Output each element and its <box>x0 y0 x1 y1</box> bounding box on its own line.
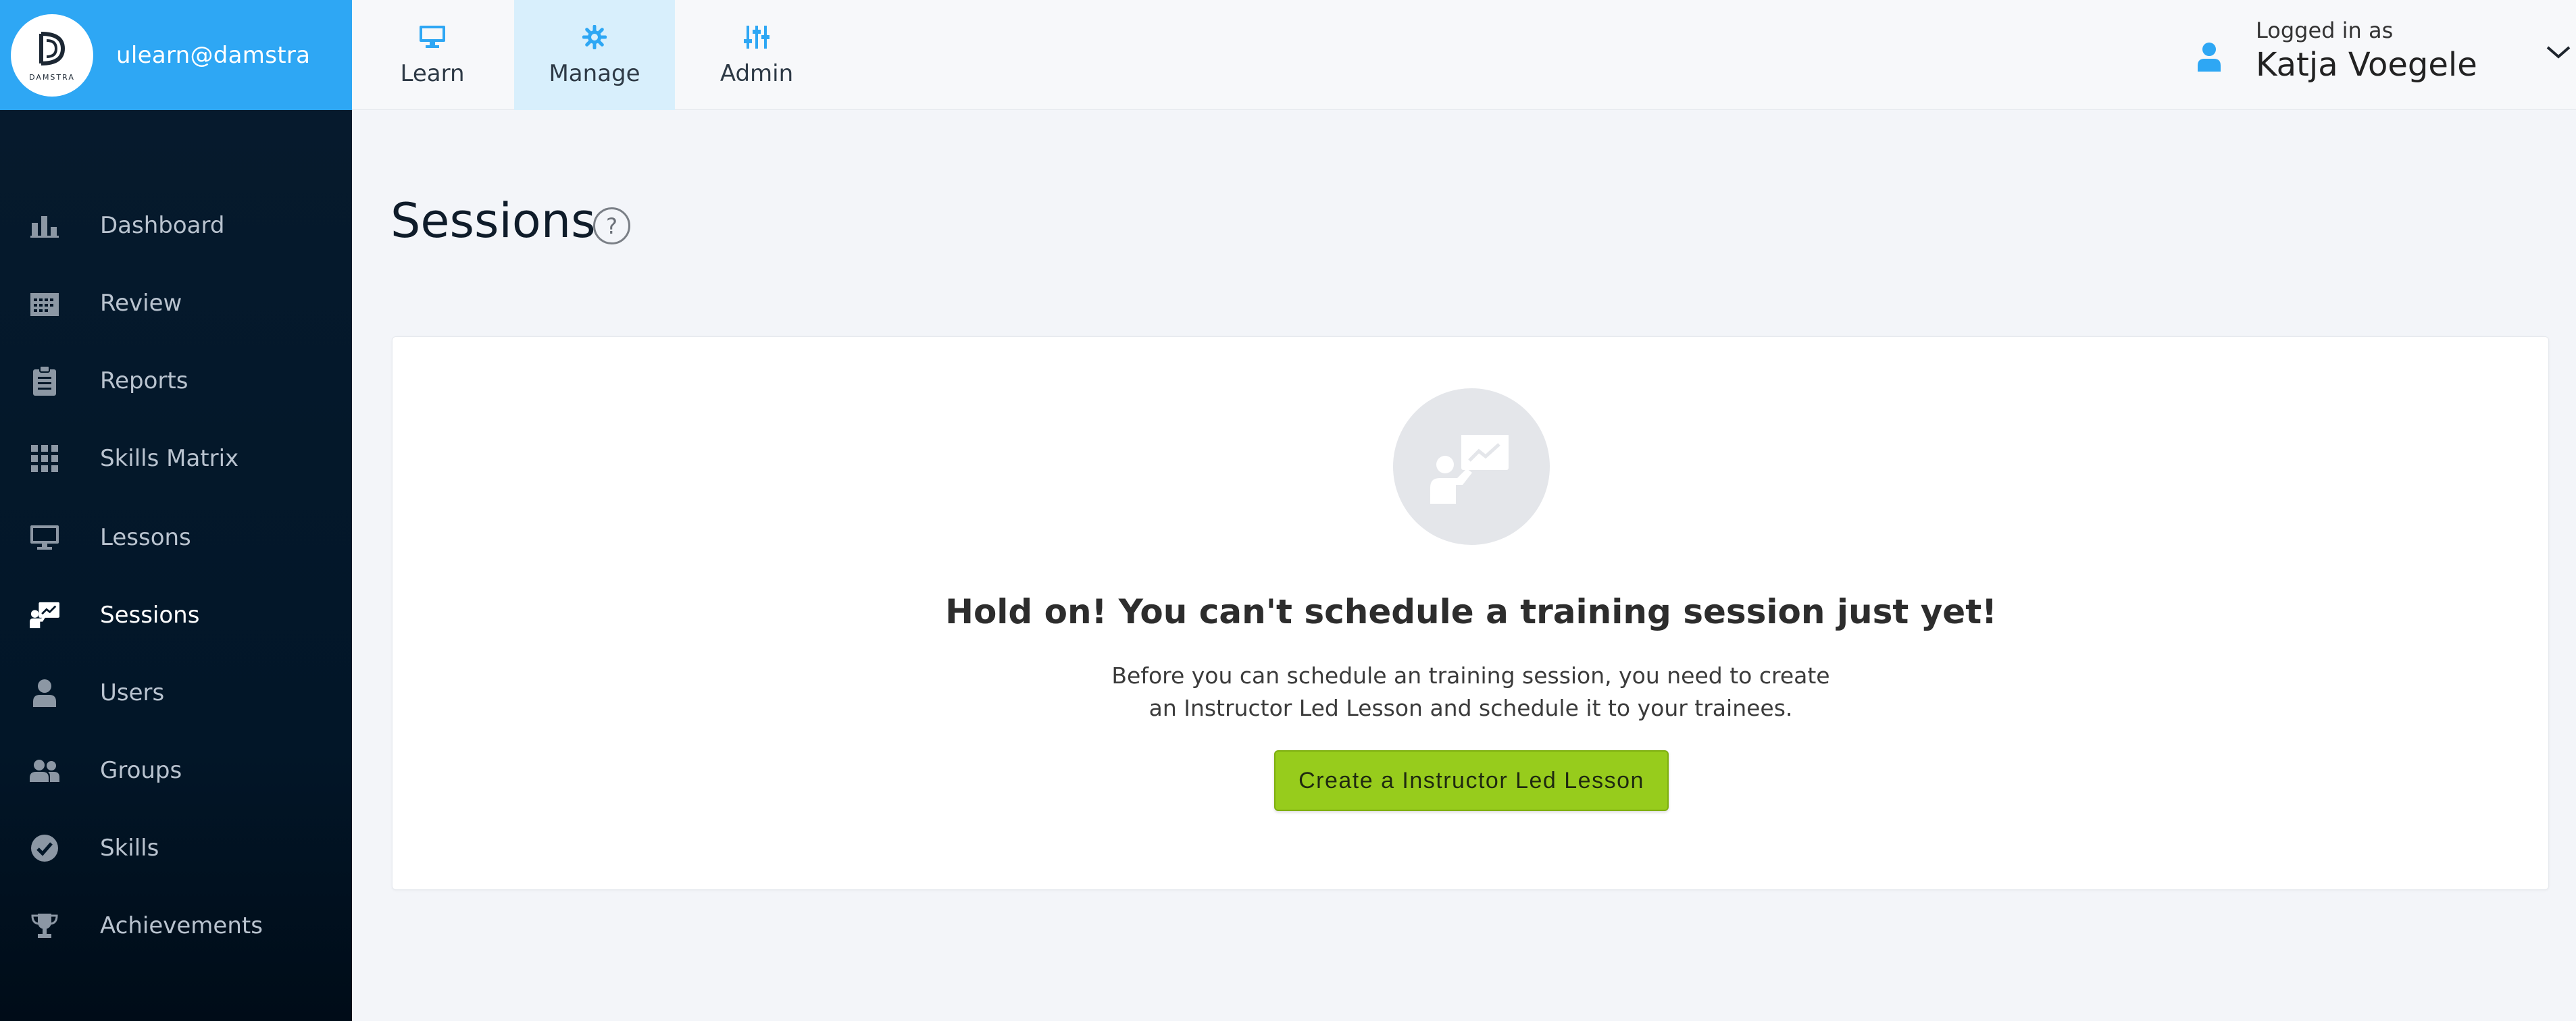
empty-state-heading: Hold on! You can't schedule a training s… <box>945 592 1997 631</box>
user-menu[interactable]: Logged in as Katja Voegele <box>2198 0 2576 110</box>
sidebar-item-skills[interactable]: Skills <box>0 817 352 879</box>
user-name: Katja Voegele <box>2256 46 2477 84</box>
sidebar-item-label: Dashboard <box>100 212 225 239</box>
sidebar: Dashboard Review Reports Skills Matrix L… <box>0 110 352 1021</box>
chevron-down-icon[interactable] <box>2545 42 2572 62</box>
sidebar-item-label: Users <box>100 679 165 706</box>
user-icon <box>2198 42 2221 72</box>
empty-state-description: Before you can schedule an training sess… <box>1111 662 1830 721</box>
brand-header[interactable]: DAMSTRA ulearn@damstra <box>0 0 352 110</box>
user-icon <box>30 678 59 708</box>
tab-learn[interactable]: Learn <box>352 0 513 110</box>
clipboard-icon <box>30 366 59 396</box>
app-root: DAMSTRA ulearn@damstra Dashboard Review … <box>0 0 2576 1021</box>
bar-chart-icon <box>30 211 59 240</box>
empty-state-card: Hold on! You can't schedule a training s… <box>392 336 2549 890</box>
sidebar-item-label: Achievements <box>100 912 263 939</box>
account-name: ulearn@damstra <box>116 41 311 69</box>
logged-in-label: Logged in as <box>2256 18 2394 43</box>
sidebar-item-review[interactable]: Review <box>0 272 352 334</box>
sidebar-item-groups[interactable]: Groups <box>0 739 352 802</box>
tab-label: Learn <box>400 59 465 87</box>
presentation-icon <box>1393 388 1550 545</box>
trophy-icon <box>30 911 59 941</box>
top-navigation: Learn Manage Admin Logged in as Katja Vo… <box>352 0 2576 110</box>
tab-label: Admin <box>719 59 794 87</box>
svg-text:DAMSTRA: DAMSTRA <box>29 73 75 82</box>
sliders-icon <box>743 24 770 51</box>
sidebar-item-lessons[interactable]: Lessons <box>0 506 352 569</box>
tab-manage[interactable]: Manage <box>514 0 675 110</box>
help-icon[interactable]: ? <box>593 207 630 244</box>
sidebar-item-label: Sessions <box>100 602 200 629</box>
create-instructor-led-lesson-button[interactable]: Create a Instructor Led Lesson <box>1274 750 1669 811</box>
tab-admin[interactable]: Admin <box>676 0 837 110</box>
grid-icon <box>30 444 59 473</box>
sidebar-item-sessions[interactable]: Sessions <box>0 584 352 646</box>
calendar-icon <box>30 288 59 318</box>
monitor-icon <box>419 24 446 51</box>
check-circle-icon <box>30 833 59 863</box>
tab-label: Manage <box>549 59 640 87</box>
sidebar-item-dashboard[interactable]: Dashboard <box>0 194 352 257</box>
users-icon <box>30 756 59 785</box>
gear-icon <box>581 24 608 51</box>
sidebar-item-label: Reports <box>100 367 188 394</box>
page-title: Sessions <box>390 193 596 248</box>
sidebar-item-reports[interactable]: Reports <box>0 350 352 412</box>
sidebar-item-users[interactable]: Users <box>0 662 352 724</box>
sidebar-item-label: Groups <box>100 757 182 784</box>
monitor-icon <box>30 523 59 552</box>
logo-mark-icon: DAMSTRA <box>29 31 75 82</box>
presentation-icon <box>30 600 59 630</box>
sidebar-item-achievements[interactable]: Achievements <box>0 895 352 957</box>
sidebar-item-label: Skills Matrix <box>100 445 239 472</box>
sidebar-item-skills-matrix[interactable]: Skills Matrix <box>0 427 352 490</box>
sidebar-item-label: Lessons <box>100 524 191 551</box>
sidebar-item-label: Skills <box>100 835 159 862</box>
damstra-logo: DAMSTRA <box>11 14 93 97</box>
sidebar-item-label: Review <box>100 290 182 317</box>
